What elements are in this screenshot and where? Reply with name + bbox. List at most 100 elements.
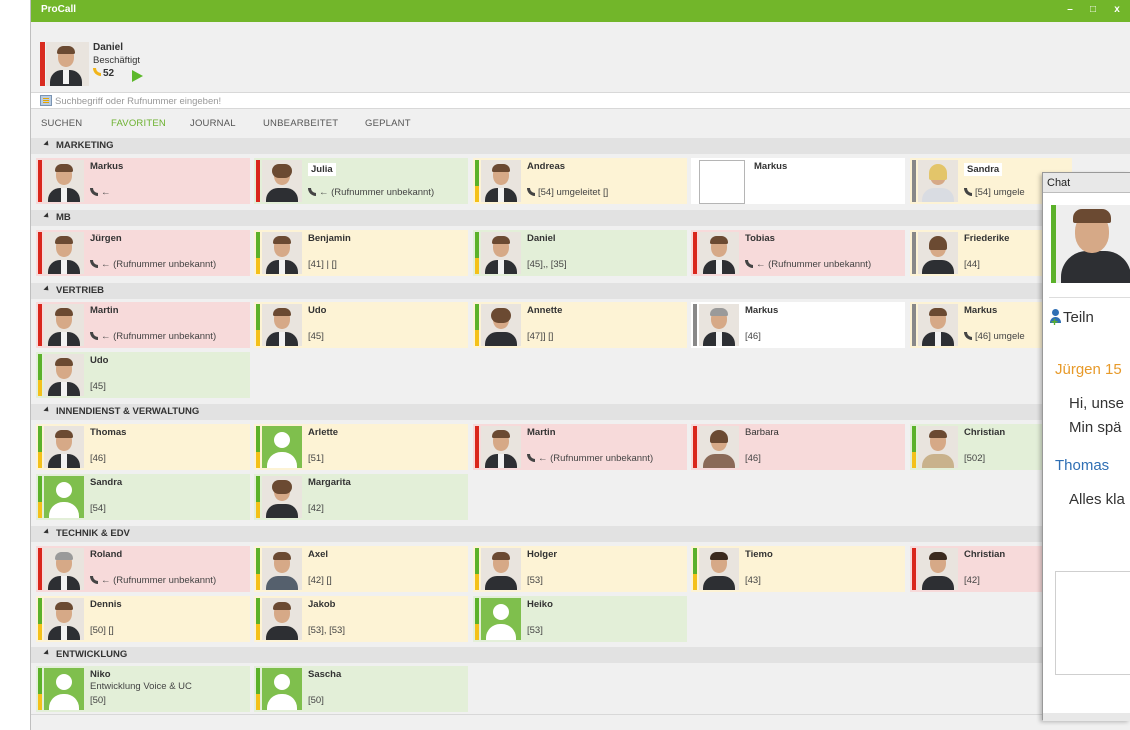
contact-name: Dennis <box>90 599 122 610</box>
contact-card[interactable]: Tiemo [43] <box>691 546 905 592</box>
contact-info: ← (Rufnummer unbekannt) <box>308 187 434 198</box>
contact-card[interactable]: Daniel [45],, [35] <box>473 230 687 276</box>
my-extension: 52 <box>93 68 114 79</box>
plus-icon: + <box>1051 315 1059 329</box>
add-participant-button[interactable]: Teiln <box>1063 309 1094 326</box>
contact-card[interactable]: Barbara [46] <box>691 424 905 470</box>
contact-name: Markus <box>745 305 779 316</box>
contact-card[interactable]: Udo [45] <box>254 302 468 348</box>
contact-card[interactable]: Udo [45] <box>36 352 250 398</box>
contact-info: [46] umgele <box>964 331 1025 342</box>
my-status-text[interactable]: Beschäftigt <box>93 55 140 66</box>
group-header-innendienst[interactable]: INNENDIENST & VERWALTUNG <box>31 404 1130 420</box>
contact-card[interactable]: Roland ← (Rufnummer unbekannt) <box>36 546 250 592</box>
search-input[interactable] <box>55 94 655 108</box>
contact-card[interactable]: Axel [42] [] <box>254 546 468 592</box>
avatar <box>699 426 739 468</box>
tab-unbearbeitet[interactable]: UNBEARBEITET <box>263 118 338 129</box>
tab-bar: SUCHEN FAVORITEN JOURNAL UNBEARBEITET GE… <box>31 115 1130 135</box>
contact-info: [45] <box>90 381 106 392</box>
contact-card[interactable]: Jürgen ← (Rufnummer unbekannt) <box>36 230 250 276</box>
group-header-entwicklung[interactable]: ENTWICKLUNG <box>31 647 1130 663</box>
contact-card[interactable]: Tobias ← (Rufnummer unbekannt) <box>691 230 905 276</box>
contact-card[interactable]: Jakob [53], [53] <box>254 596 468 642</box>
contact-card[interactable]: Julia ← (Rufnummer unbekannt) <box>254 158 468 204</box>
contact-card[interactable]: Thomas [46] <box>36 424 250 470</box>
contact-info: [50] [] <box>90 625 114 636</box>
group-header-mb[interactable]: MB <box>31 210 1130 226</box>
tab-suchen[interactable]: SUCHEN <box>41 118 82 129</box>
chat-message-input[interactable] <box>1055 571 1130 675</box>
group-header-vertrieb[interactable]: VERTRIEB <box>31 283 1130 299</box>
contact-name: Margarita <box>308 477 351 488</box>
contact-card[interactable]: Markus <box>691 158 905 204</box>
contact-info: [54] umgeleitet [] <box>527 187 608 198</box>
contact-info: ← (Rufnummer unbekannt) <box>90 575 216 586</box>
contact-card[interactable]: Margarita [42] <box>254 474 468 520</box>
contact-card[interactable]: Sascha [50] <box>254 666 468 712</box>
avatar-placeholder <box>262 668 302 710</box>
group-header-marketing[interactable]: MARKETING <box>31 138 1130 154</box>
avatar <box>44 232 84 274</box>
avatar <box>918 160 958 202</box>
contact-card[interactable]: Martin ← (Rufnummer unbekannt) <box>473 424 687 470</box>
contact-card[interactable]: Dennis [50] [] <box>36 596 250 642</box>
contact-name: Arlette <box>308 427 339 438</box>
play-icon[interactable] <box>132 70 143 82</box>
group-header-technik[interactable]: TECHNIK & EDV <box>31 526 1130 542</box>
avatar <box>44 548 84 590</box>
phone-icon <box>964 332 972 340</box>
contact-name: Roland <box>90 549 123 560</box>
tab-journal[interactable]: JOURNAL <box>190 118 236 129</box>
contact-name: Markus <box>964 305 998 316</box>
title-bar[interactable]: ProCall – □ x <box>31 0 1130 22</box>
contact-card[interactable]: Heiko [53] <box>473 596 687 642</box>
avatar-placeholder <box>262 426 302 468</box>
avatar <box>481 426 521 468</box>
contact-name: Heiko <box>527 599 553 610</box>
contact-name: Martin <box>90 305 119 316</box>
contact-info: [46] <box>745 453 761 464</box>
avatar <box>262 548 302 590</box>
phone-icon <box>90 260 98 268</box>
avatar <box>918 232 958 274</box>
contact-card[interactable]: Arlette [51] <box>254 424 468 470</box>
maximize-button[interactable]: □ <box>1086 3 1100 17</box>
minimize-button[interactable]: – <box>1063 3 1077 17</box>
contact-info: [50] <box>308 695 324 706</box>
collapse-icon <box>43 285 51 293</box>
app-title: ProCall <box>41 4 77 15</box>
contact-card[interactable]: Holger [53] <box>473 546 687 592</box>
avatar <box>262 598 302 640</box>
contact-name: Niko <box>90 669 111 680</box>
avatar <box>918 548 958 590</box>
tab-favoriten[interactable]: FAVORITEN <box>111 118 166 129</box>
contact-card[interactable]: Annette [47]] [] <box>473 302 687 348</box>
contact-info: [46] <box>90 453 106 464</box>
contact-info: ← (Rufnummer unbekannt) <box>90 331 216 342</box>
avatar <box>699 304 739 346</box>
divider <box>1049 297 1130 298</box>
avatar <box>699 232 739 274</box>
my-avatar[interactable] <box>46 42 89 86</box>
contact-info: [41] | [] <box>308 259 337 270</box>
phone-icon <box>90 576 98 584</box>
close-button[interactable]: x <box>1110 3 1124 17</box>
contact-card[interactable]: Benjamin [41] | [] <box>254 230 468 276</box>
contact-card[interactable]: Niko Entwicklung Voice & UC [50] <box>36 666 250 712</box>
collapse-icon <box>43 406 51 414</box>
avatar-placeholder <box>44 668 84 710</box>
contact-card[interactable]: Andreas [54] umgeleitet [] <box>473 158 687 204</box>
contact-info: [45] <box>308 331 324 342</box>
address-book-icon[interactable] <box>40 95 52 106</box>
contact-name: Holger <box>527 549 558 560</box>
chat-title[interactable]: Chat <box>1043 173 1130 193</box>
group-title: MARKETING <box>56 140 114 151</box>
avatar <box>481 232 521 274</box>
contact-card[interactable]: Markus ← <box>36 158 250 204</box>
contact-card[interactable]: Martin ← (Rufnummer unbekannt) <box>36 302 250 348</box>
tab-geplant[interactable]: GEPLANT <box>365 118 411 129</box>
procall-window: ProCall – □ x Daniel Beschäftigt 52 SUCH… <box>30 0 1130 730</box>
contact-card[interactable]: Markus [46] <box>691 302 905 348</box>
contact-card[interactable]: Sandra [54] <box>36 474 250 520</box>
